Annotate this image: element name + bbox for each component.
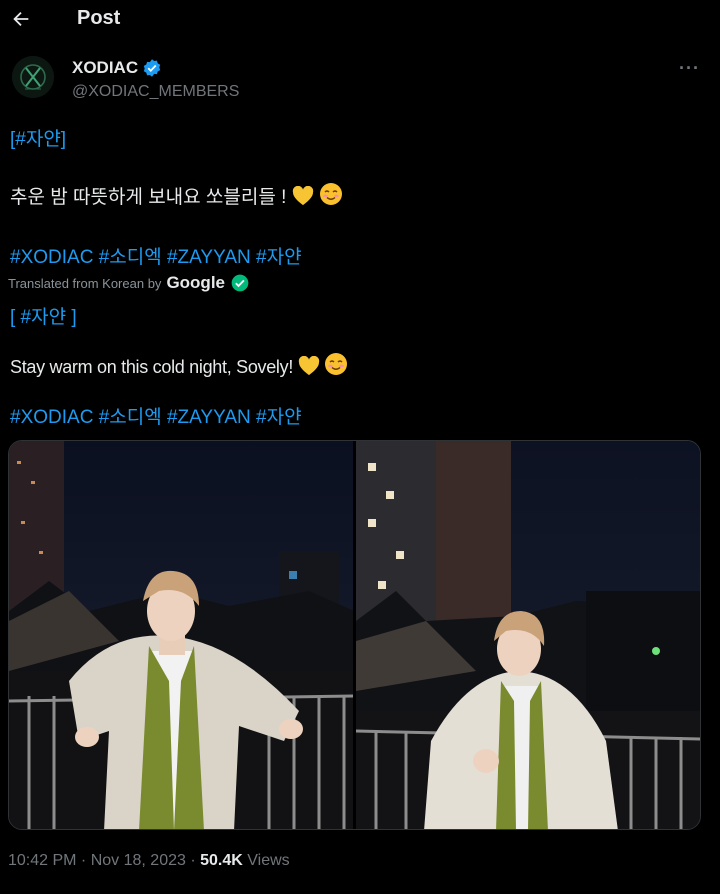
translation-attribution[interactable]: Translated from Korean by Google bbox=[8, 273, 250, 293]
translation-label: Translated from Korean by bbox=[8, 275, 162, 291]
smiling-blush-face-icon bbox=[324, 352, 348, 381]
author-name[interactable]: XODIAC bbox=[72, 58, 138, 78]
yellow-heart-icon bbox=[292, 185, 314, 212]
arrow-left-icon bbox=[13, 11, 29, 27]
photo-1-image bbox=[9, 441, 353, 829]
views-count: 50.4K bbox=[200, 852, 243, 869]
page-title: Post bbox=[77, 7, 121, 29]
top-bar: Post bbox=[0, 0, 720, 42]
post-timestamp[interactable]: 10:42 PM · Nov 18, 2023 · bbox=[8, 852, 200, 869]
post-header: XODIAC @XODIAC_MEMBERS ··· bbox=[0, 52, 720, 112]
verified-badge-icon bbox=[143, 59, 161, 77]
check-circle-icon bbox=[231, 274, 249, 292]
post-tag-line[interactable]: [#자얀] bbox=[10, 124, 66, 151]
post-hashtags[interactable]: #XODIAC #소디엑 #ZAYYAN #자얀 bbox=[10, 242, 302, 269]
translated-tag-line[interactable]: [ #자얀 ] bbox=[10, 302, 77, 329]
avatar[interactable] bbox=[12, 56, 54, 98]
smiling-blush-face-icon bbox=[319, 182, 343, 212]
translation-provider: Google bbox=[166, 273, 225, 292]
post-meta: 10:42 PM · Nov 18, 2023 · 50.4K Views bbox=[8, 852, 290, 870]
more-options-button[interactable]: ··· bbox=[679, 58, 700, 79]
photo-2[interactable] bbox=[356, 441, 700, 829]
translated-hashtags[interactable]: #XODIAC #소디엑 #ZAYYAN #자얀 bbox=[10, 402, 302, 429]
author-name-row[interactable]: XODIAC bbox=[72, 58, 162, 78]
post-media bbox=[8, 440, 701, 830]
yellow-heart-icon bbox=[298, 355, 320, 381]
translated-body: Stay warm on this cold night, Sovely! bbox=[10, 352, 348, 381]
author-handle[interactable]: @XODIAC_MEMBERS bbox=[72, 83, 239, 101]
photo-2-image bbox=[356, 441, 700, 829]
photo-1[interactable] bbox=[9, 441, 353, 829]
views-label: Views bbox=[242, 852, 290, 869]
translated-body-text: Stay warm on this cold night, Sovely! bbox=[10, 357, 294, 377]
back-button[interactable] bbox=[8, 6, 34, 32]
post-body: 추운 밤 따뜻하게 보내요 쏘블리들 ! bbox=[10, 182, 343, 212]
xodiac-logo-icon bbox=[12, 56, 54, 98]
post-body-text: 추운 밤 따뜻하게 보내요 쏘블리들 ! bbox=[10, 187, 287, 208]
